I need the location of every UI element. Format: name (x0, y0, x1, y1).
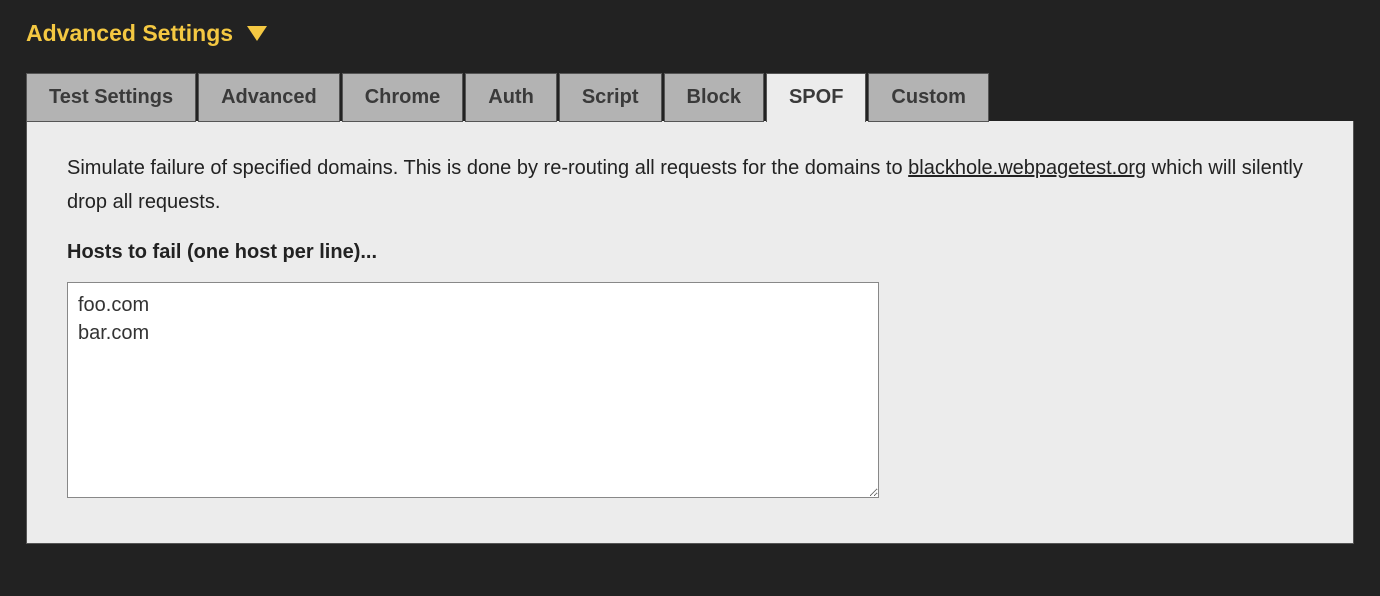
spof-description: Simulate failure of specified domains. T… (67, 151, 1313, 219)
tab-custom[interactable]: Custom (868, 73, 988, 122)
description-text-pre: Simulate failure of specified domains. T… (67, 157, 908, 179)
tab-spof[interactable]: SPOF (766, 73, 866, 122)
tab-test-settings[interactable]: Test Settings (26, 73, 196, 122)
tab-chrome[interactable]: Chrome (342, 73, 464, 122)
triangle-down-icon (247, 26, 267, 41)
spof-panel: Simulate failure of specified domains. T… (26, 121, 1354, 544)
hosts-textarea[interactable] (67, 282, 879, 498)
advanced-settings-toggle[interactable]: Advanced Settings (26, 20, 1354, 47)
tab-auth[interactable]: Auth (465, 73, 557, 122)
advanced-settings-title: Advanced Settings (26, 20, 233, 47)
tab-bar: Test Settings Advanced Chrome Auth Scrip… (26, 73, 1354, 122)
blackhole-link[interactable]: blackhole.webpagetest.org (908, 157, 1146, 179)
tab-script[interactable]: Script (559, 73, 662, 122)
tab-block[interactable]: Block (664, 73, 764, 122)
tab-advanced[interactable]: Advanced (198, 73, 340, 122)
hosts-label: Hosts to fail (one host per line)... (67, 241, 1313, 264)
